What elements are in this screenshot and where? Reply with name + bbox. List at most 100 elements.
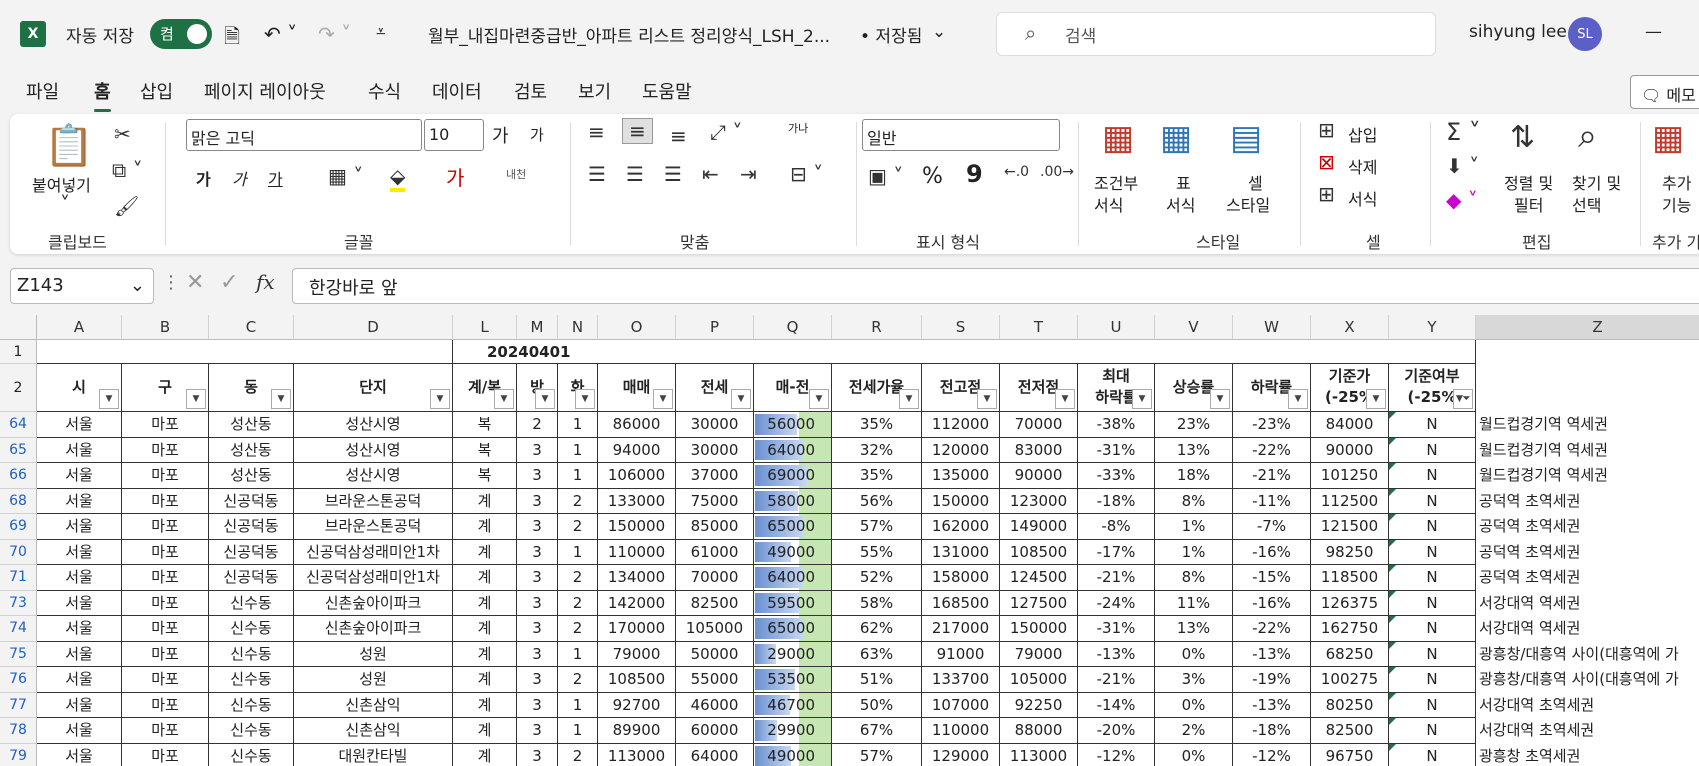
- table-cell[interactable]: 30000: [676, 437, 754, 463]
- row-header[interactable]: 73: [0, 590, 37, 616]
- table-cell[interactable]: 광흥창/대흥역 사이(대흥역에 가: [1476, 642, 1699, 668]
- date-cell[interactable]: 20240401: [453, 340, 1476, 364]
- table-cell[interactable]: 성산동: [209, 437, 294, 463]
- col-header-z[interactable]: Z: [1476, 315, 1699, 340]
- tab-help[interactable]: 도움말: [642, 78, 692, 104]
- header-cell[interactable]: 전저점 ▼: [1000, 364, 1078, 412]
- filter-dropdown-icon[interactable]: ▼: [653, 389, 673, 409]
- table-cell[interactable]: N: [1389, 616, 1476, 642]
- table-cell[interactable]: N: [1389, 743, 1476, 766]
- orientation-icon[interactable]: ⤢ ˅: [710, 120, 742, 144]
- table-cell[interactable]: 75000: [676, 488, 754, 514]
- table-cell[interactable]: N: [1389, 590, 1476, 616]
- table-cell[interactable]: N: [1389, 437, 1476, 463]
- search-box[interactable]: ⌕ 검색: [996, 12, 1436, 56]
- table-cell[interactable]: 마포: [122, 437, 209, 463]
- table-cell[interactable]: -33%: [1078, 463, 1155, 489]
- table-cell[interactable]: 70000: [1000, 412, 1078, 438]
- addins-line1[interactable]: 추가: [1662, 170, 1691, 194]
- tab-formulas[interactable]: 수식: [368, 78, 401, 104]
- tab-data[interactable]: 데이터: [432, 78, 482, 104]
- table-cell[interactable]: 성원: [294, 641, 453, 667]
- table-cell[interactable]: 계: [453, 590, 517, 616]
- table-cell[interactable]: 23%: [1155, 412, 1233, 438]
- table-cell[interactable]: 65000: [754, 616, 832, 642]
- table-cell[interactable]: 공덕역 초역세권: [1476, 565, 1699, 591]
- table-cell[interactable]: -13%: [1233, 641, 1311, 667]
- table-cell[interactable]: 8%: [1155, 488, 1233, 514]
- table-cell[interactable]: -18%: [1233, 718, 1311, 744]
- chevron-down-icon[interactable]: ⌄: [130, 275, 145, 296]
- table-cell[interactable]: 2: [558, 743, 598, 766]
- table-cell[interactable]: 신수동: [209, 743, 294, 766]
- table-cell[interactable]: 118500: [1311, 565, 1389, 591]
- table-cell[interactable]: 64000: [754, 437, 832, 463]
- table-cell[interactable]: 131000: [922, 539, 1000, 565]
- table-cell[interactable]: 79000: [1000, 641, 1078, 667]
- header-cell[interactable]: 전세가율 ▼: [832, 364, 922, 412]
- table-cell[interactable]: 35%: [832, 412, 922, 438]
- table-cell[interactable]: 58000: [754, 488, 832, 514]
- filter-dropdown-icon[interactable]: ▼: [977, 389, 997, 409]
- table-cell[interactable]: 32%: [832, 437, 922, 463]
- row-header[interactable]: 74: [0, 616, 37, 642]
- table-cell[interactable]: 3: [517, 718, 558, 744]
- table-cell[interactable]: 105000: [676, 616, 754, 642]
- table-cell[interactable]: 0%: [1155, 692, 1233, 718]
- table-cell[interactable]: -11%: [1233, 488, 1311, 514]
- table-cell[interactable]: 신공덕동: [209, 565, 294, 591]
- table-cell[interactable]: 월드컵경기역 역세권: [1476, 463, 1699, 489]
- table-cell[interactable]: 1: [558, 692, 598, 718]
- table-cell[interactable]: 55000: [676, 667, 754, 693]
- insert-cells-button[interactable]: 삽입: [1348, 122, 1377, 146]
- table-cell[interactable]: 57%: [832, 743, 922, 766]
- header-cell[interactable]: 상승률 ▼: [1155, 364, 1233, 412]
- table-cell[interactable]: 0%: [1155, 743, 1233, 766]
- tab-home[interactable]: 홈: [94, 78, 111, 112]
- header-cell[interactable]: 동 ▼: [209, 364, 294, 412]
- cell-styles-line1[interactable]: 셀: [1248, 170, 1263, 194]
- table-cell[interactable]: 13%: [1155, 437, 1233, 463]
- table-cell[interactable]: 서울: [37, 539, 122, 565]
- table-cell[interactable]: -18%: [1078, 488, 1155, 514]
- table-cell[interactable]: 80250: [1311, 692, 1389, 718]
- table-cell[interactable]: -22%: [1233, 616, 1311, 642]
- fill-color-icon[interactable]: ⬙: [390, 164, 406, 192]
- table-cell[interactable]: 96750: [1311, 743, 1389, 766]
- table-cell[interactable]: 마포: [122, 692, 209, 718]
- bold-button[interactable]: 가: [196, 166, 211, 190]
- chevron-down-icon[interactable]: ˅: [60, 192, 70, 216]
- filter-dropdown-icon[interactable]: ▼: [535, 389, 555, 409]
- indent-decrease-icon[interactable]: ⇤: [702, 162, 719, 186]
- table-cell[interactable]: 89900: [598, 718, 676, 744]
- table-cell[interactable]: 3: [517, 514, 558, 540]
- table-cell[interactable]: 계: [453, 743, 517, 766]
- format-painter-icon[interactable]: 🖌: [114, 194, 139, 218]
- table-cell[interactable]: 94000: [598, 437, 676, 463]
- col-header-l[interactable]: L: [453, 315, 517, 340]
- table-cell[interactable]: 90000: [1000, 463, 1078, 489]
- table-cell[interactable]: 공덕역 초역세권: [1476, 514, 1699, 540]
- table-cell[interactable]: 서강대역 초역세권: [1476, 718, 1699, 744]
- row-header[interactable]: 66: [0, 463, 37, 489]
- font-size-select[interactable]: 10: [424, 119, 484, 151]
- header-cell[interactable]: 전고점 ▼: [922, 364, 1000, 412]
- table-cell[interactable]: 3: [517, 616, 558, 642]
- table-cell[interactable]: 150000: [922, 488, 1000, 514]
- table-cell[interactable]: 30000: [676, 412, 754, 438]
- table-cell[interactable]: 108500: [598, 667, 676, 693]
- table-cell[interactable]: 신수동: [209, 692, 294, 718]
- merged-cell-a1[interactable]: [37, 340, 453, 364]
- tab-review[interactable]: 검토: [514, 78, 547, 104]
- table-cell[interactable]: 서울: [37, 412, 122, 438]
- header-cell[interactable]: 단지 ▼: [294, 364, 453, 412]
- table-cell[interactable]: 서울: [37, 616, 122, 642]
- table-cell[interactable]: 3: [517, 463, 558, 489]
- row-header[interactable]: 79: [0, 743, 37, 766]
- table-cell[interactable]: 마포: [122, 641, 209, 667]
- sort-filter-line2[interactable]: 필터: [1514, 192, 1543, 216]
- table-cell[interactable]: 127500: [1000, 590, 1078, 616]
- table-cell[interactable]: 90000: [1311, 437, 1389, 463]
- col-header-u[interactable]: U: [1078, 315, 1155, 340]
- align-center-icon[interactable]: ☰: [626, 162, 644, 186]
